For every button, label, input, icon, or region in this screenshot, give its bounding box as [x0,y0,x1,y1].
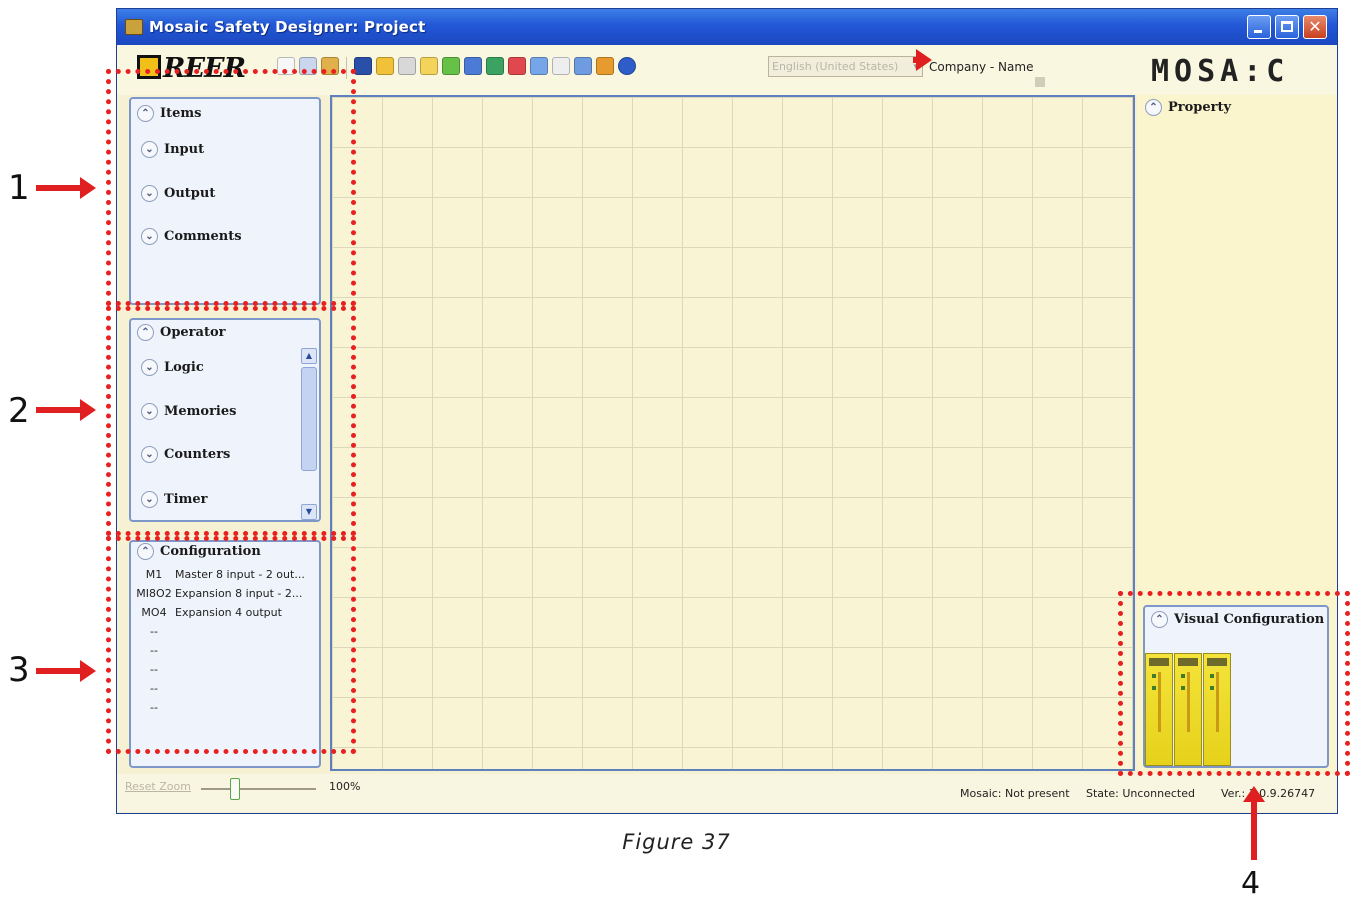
mosaic-logo: MOSA:C [1151,54,1290,89]
figure-caption: Figure 37 [622,830,731,854]
annotation-box-2 [106,306,356,536]
company-name-field[interactable]: Company - Name [929,60,1033,74]
print-icon[interactable] [398,57,416,75]
version-label: Ver.: 1.0.9.26747 [1221,787,1316,800]
help-icon[interactable] [618,57,636,75]
maximize-button[interactable] [1275,15,1299,39]
annotation-number-1: 1 [8,168,30,208]
annotation-box-3 [106,536,356,754]
save-icon[interactable] [354,57,372,75]
minimize-button[interactable] [1247,15,1271,39]
connection-state: State: Unconnected [1086,787,1195,800]
tools-icon[interactable] [596,57,614,75]
status-bar: Reset Zoom 100% Mosaic: Not present Stat… [117,774,1337,812]
minimize-icon [1254,30,1262,33]
display-icon[interactable] [574,57,592,75]
chevron-up-icon[interactable]: ⌃ [1145,99,1162,116]
annotation-box-4 [1118,591,1350,776]
close-icon: ✕ [1308,17,1322,36]
app-icon [125,19,143,35]
validate-check-icon[interactable] [442,57,460,75]
annotation-arrow-1 [36,177,96,199]
design-canvas[interactable] [330,95,1135,771]
annotation-number-2: 2 [8,391,30,431]
annotation-arrow-2 [36,399,96,421]
window-title: Mosaic Safety Designer: Project [149,18,426,36]
zoom-level: 100% [329,780,361,793]
title-bar[interactable]: Mosaic Safety Designer: Project ✕ [117,9,1337,45]
maximize-icon [1281,21,1293,32]
reset-zoom-link[interactable]: Reset Zoom [125,780,191,793]
zoom-slider-track[interactable] [201,788,316,790]
annotation-number-3: 3 [8,650,30,690]
resize-grip-icon[interactable] [1035,77,1045,87]
disconnect-icon[interactable] [508,57,526,75]
close-button[interactable]: ✕ [1303,15,1327,39]
connect-icon[interactable] [486,57,504,75]
edit-icon[interactable] [420,57,438,75]
monitor-icon[interactable] [530,57,548,75]
annotation-arrow-3 [36,660,96,682]
chevron-down-icon: ▾ [913,49,931,72]
mosaic-status: Mosaic: Not present [960,787,1070,800]
send-icon[interactable] [464,57,482,75]
clipboard-icon[interactable] [552,57,570,75]
language-select[interactable]: English (United States) ▾ [768,49,931,77]
open-folder-icon[interactable] [376,57,394,75]
annotation-number-4: 4 [1241,866,1261,901]
property-header[interactable]: ⌃ Property [1145,99,1231,116]
annotation-box-1 [106,69,356,306]
zoom-slider-thumb[interactable] [230,778,240,800]
